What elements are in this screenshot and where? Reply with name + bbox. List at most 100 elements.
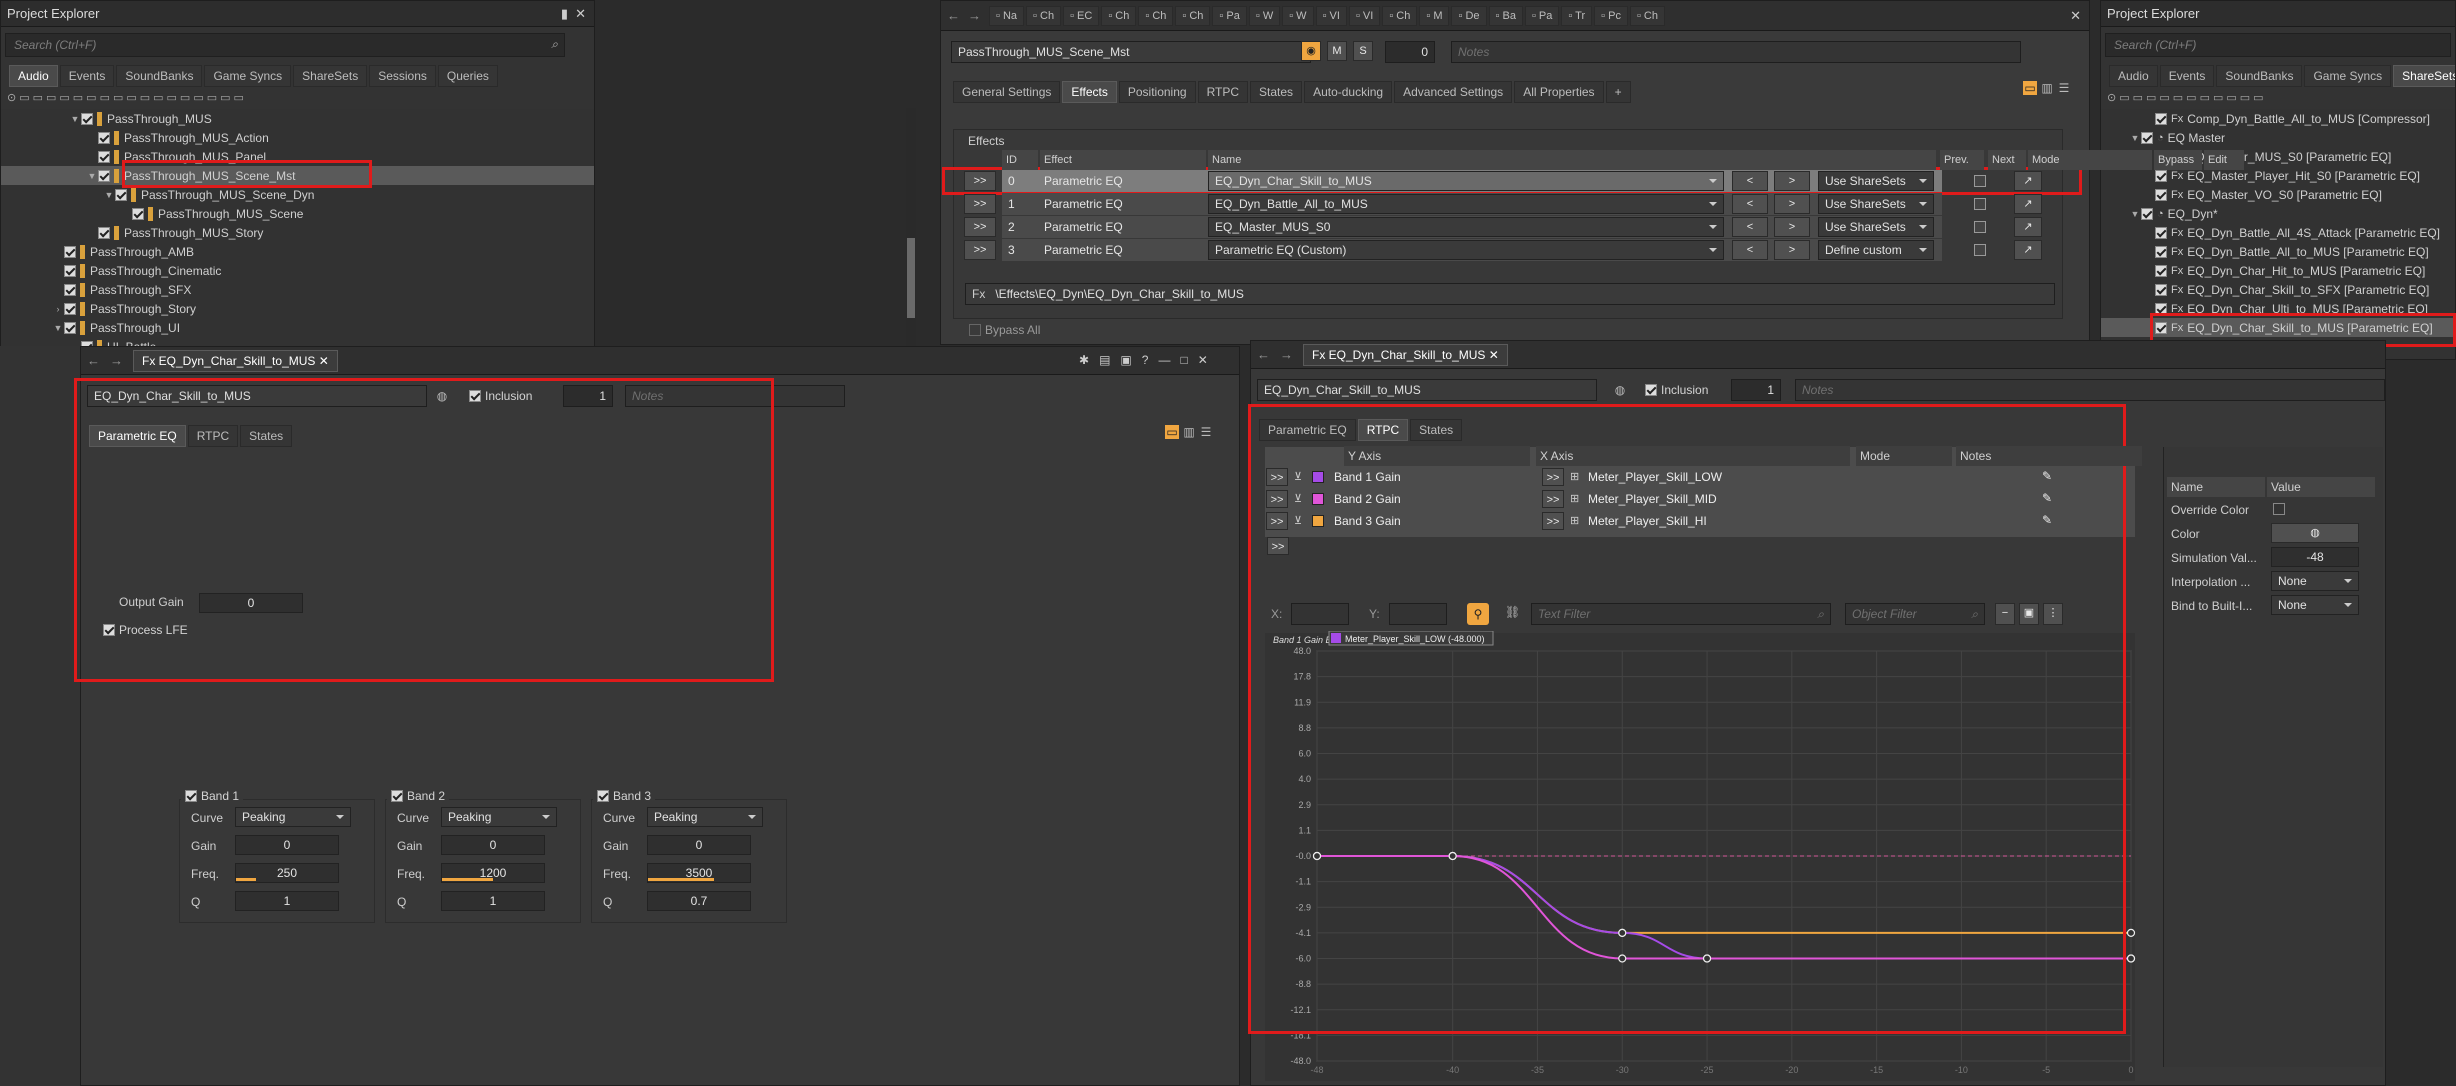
tree-item[interactable]: Fx EQ_Dyn_Battle_All_4S_Attack [Parametr… bbox=[2101, 223, 2455, 242]
bypass-all[interactable]: Bypass All bbox=[969, 323, 1040, 337]
band-header[interactable]: Band 2 bbox=[387, 789, 450, 803]
process-lfe-checkbox[interactable] bbox=[103, 624, 115, 636]
tree-item[interactable]: PassThrough_MUS_Story bbox=[1, 223, 594, 242]
effect-next-button[interactable]: > bbox=[1774, 194, 1810, 214]
editor-tab[interactable]: ▫ EC bbox=[1063, 5, 1100, 26]
editor-tab[interactable]: ▫ Tr bbox=[1561, 5, 1593, 26]
curve-point[interactable] bbox=[2126, 928, 2136, 937]
solo-button[interactable]: S bbox=[1353, 41, 1373, 61]
tree-item[interactable]: ▼ PassThrough_UI bbox=[1, 318, 594, 337]
tab-game-syncs[interactable]: Game Syncs bbox=[204, 65, 292, 87]
effect-name-select[interactable]: EQ_Dyn_Battle_All_to_MUS bbox=[1208, 194, 1724, 214]
star-icon[interactable]: ✱ bbox=[1079, 353, 1089, 367]
include-checkbox[interactable] bbox=[2155, 226, 2167, 239]
band-header[interactable]: Band 3 bbox=[593, 789, 656, 803]
y-coordinate-field[interactable] bbox=[1389, 603, 1447, 625]
tab-soundbanks[interactable]: SoundBanks bbox=[2216, 65, 2303, 87]
band-header[interactable]: Band 1 bbox=[181, 789, 244, 803]
tab-positioning[interactable]: Positioning bbox=[1118, 81, 1196, 103]
include-checkbox[interactable] bbox=[2155, 112, 2167, 125]
tab-queries[interactable]: Queries bbox=[437, 65, 498, 87]
chevron-down-icon[interactable]: ▼ bbox=[52, 323, 64, 333]
editor-tab[interactable]: ▫ W bbox=[1282, 5, 1314, 26]
effect-mode-select[interactable]: Use ShareSets bbox=[1818, 217, 1934, 237]
include-checkbox[interactable] bbox=[64, 283, 76, 296]
tab-auto-ducking[interactable]: Auto-ducking bbox=[1304, 81, 1393, 103]
link-icon[interactable]: ⛓ bbox=[1505, 605, 1520, 619]
rtpc-add-row-button[interactable]: >> bbox=[1267, 537, 1289, 555]
tree-item[interactable]: Fx EQ_Dyn_Char_Skill_to_SFX [Parametric … bbox=[2101, 280, 2455, 299]
tab-all-properties[interactable]: All Properties bbox=[1514, 81, 1604, 103]
tree-item[interactable]: Fx EQ_Dyn_Char_Ulti_to_MUS [Parametric E… bbox=[2101, 299, 2455, 318]
effect-prev-button[interactable]: < bbox=[1732, 217, 1768, 237]
effect-name-select[interactable]: Parametric EQ (Custom) bbox=[1208, 240, 1724, 260]
minimize-icon[interactable]: — bbox=[1158, 353, 1170, 367]
rtpc-inclusion-checkbox[interactable] bbox=[1645, 384, 1657, 396]
object-filter-input[interactable]: Object Filter ⌕ bbox=[1845, 603, 1985, 625]
effect-row-arrow-button[interactable]: >> bbox=[964, 194, 996, 214]
tree-item[interactable]: ▼ PassThrough_MUS bbox=[1, 109, 594, 128]
tree-item[interactable]: PassThrough_MUS_Panel bbox=[1, 147, 594, 166]
mute-button[interactable]: M bbox=[1327, 41, 1347, 61]
include-checkbox[interactable] bbox=[98, 150, 110, 163]
tree-item[interactable]: › PassThrough_Story bbox=[1, 299, 594, 318]
rtpc-inclusion[interactable]: Inclusion bbox=[1645, 383, 1708, 397]
process-lfe[interactable]: Process LFE bbox=[103, 623, 188, 637]
tab-audio[interactable]: Audio bbox=[2109, 65, 2158, 87]
tab-effects[interactable]: Effects bbox=[1062, 81, 1117, 103]
layout-single-icon[interactable]: ▭ bbox=[1165, 425, 1179, 439]
graph-options-button[interactable]: ⋮ bbox=[2043, 603, 2063, 625]
effect-row-arrow-button[interactable]: >> bbox=[964, 240, 996, 260]
effect-next-button[interactable]: > bbox=[1774, 171, 1810, 191]
x-coordinate-field[interactable] bbox=[1291, 603, 1349, 625]
tree-item[interactable]: ▼ PassThrough_MUS_Scene_Dyn bbox=[1, 185, 594, 204]
rtpc-row-arrow-button[interactable]: >> bbox=[1266, 512, 1288, 530]
tab-advanced-settings[interactable]: Advanced Settings bbox=[1394, 81, 1513, 103]
rtpc-x-arrow-button[interactable]: >> bbox=[1542, 490, 1564, 508]
tab-sharesets[interactable]: ShareSets bbox=[293, 65, 368, 87]
layout-split-icon[interactable]: ▥ bbox=[2040, 81, 2054, 95]
color-swatch-button[interactable]: ◍ bbox=[2271, 523, 2359, 543]
tab-soundbanks[interactable]: SoundBanks bbox=[116, 65, 203, 87]
tab-states[interactable]: States bbox=[240, 425, 293, 447]
effect-next-button[interactable]: > bbox=[1774, 217, 1810, 237]
include-checkbox[interactable] bbox=[2155, 188, 2167, 201]
rtpc-name-field[interactable]: EQ_Dyn_Char_Skill_to_MUS bbox=[1257, 379, 1597, 401]
effect-bypass-checkbox[interactable] bbox=[1974, 244, 1986, 256]
tab-parametric-eq[interactable]: Parametric EQ bbox=[1259, 419, 1356, 441]
layout-horizontal-icon[interactable]: ☰ bbox=[2057, 81, 2071, 95]
band-curve-select[interactable]: Peaking bbox=[441, 807, 557, 827]
left-search-input[interactable]: Search (Ctrl+F) ⌕ bbox=[5, 33, 565, 57]
tree-item[interactable]: ▼ PassThrough_MUS_Scene_Mst bbox=[1, 166, 594, 185]
effect-edit-button[interactable]: ↗ bbox=[2014, 171, 2042, 191]
editor-tab[interactable]: ▫ Ba bbox=[1488, 5, 1523, 26]
effect-prev-button[interactable]: < bbox=[1732, 171, 1768, 191]
include-checkbox[interactable] bbox=[2155, 283, 2167, 296]
interpolation-select[interactable]: None bbox=[2271, 571, 2359, 591]
pin-icon[interactable]: ▮ bbox=[561, 6, 568, 22]
include-checkbox[interactable] bbox=[2155, 264, 2167, 277]
eq-color-icon[interactable]: ◍ bbox=[435, 389, 449, 403]
chevron-down-icon[interactable]: ▼ bbox=[2129, 209, 2141, 219]
forward-arrow-icon[interactable]: → bbox=[968, 8, 981, 23]
tree-item[interactable]: Fx EQ_Master_VO_S0 [Parametric EQ] bbox=[2101, 185, 2455, 204]
band-enable-checkbox[interactable] bbox=[391, 790, 403, 802]
simulation-value-slider[interactable]: -48 bbox=[2271, 547, 2359, 567]
chevron-down-icon[interactable]: ▼ bbox=[2129, 133, 2141, 143]
tree-item[interactable]: PassThrough_MUS_Scene bbox=[1, 204, 594, 223]
back-arrow-icon[interactable]: ← bbox=[947, 8, 960, 23]
text-filter-input[interactable]: Text Filter ⌕ bbox=[1531, 603, 1831, 625]
include-checkbox[interactable] bbox=[64, 302, 76, 315]
effect-bypass-checkbox[interactable] bbox=[1974, 198, 1986, 210]
rtpc-notes-field[interactable]: Notes bbox=[1795, 379, 2385, 401]
bind-builtin-select[interactable]: None bbox=[2271, 595, 2359, 615]
include-checkbox[interactable] bbox=[64, 264, 76, 277]
band-curve-select[interactable]: Peaking bbox=[647, 807, 763, 827]
band-gain-slider[interactable]: 0 bbox=[647, 835, 751, 855]
rtpc-row-arrow-button[interactable]: >> bbox=[1266, 490, 1288, 508]
band-enable-checkbox[interactable] bbox=[185, 790, 197, 802]
effect-edit-button[interactable]: ↗ bbox=[2014, 194, 2042, 214]
back-arrow-icon[interactable]: ← bbox=[1257, 347, 1270, 362]
tab-states[interactable]: States bbox=[1250, 81, 1303, 103]
include-checkbox[interactable] bbox=[2141, 131, 2153, 144]
